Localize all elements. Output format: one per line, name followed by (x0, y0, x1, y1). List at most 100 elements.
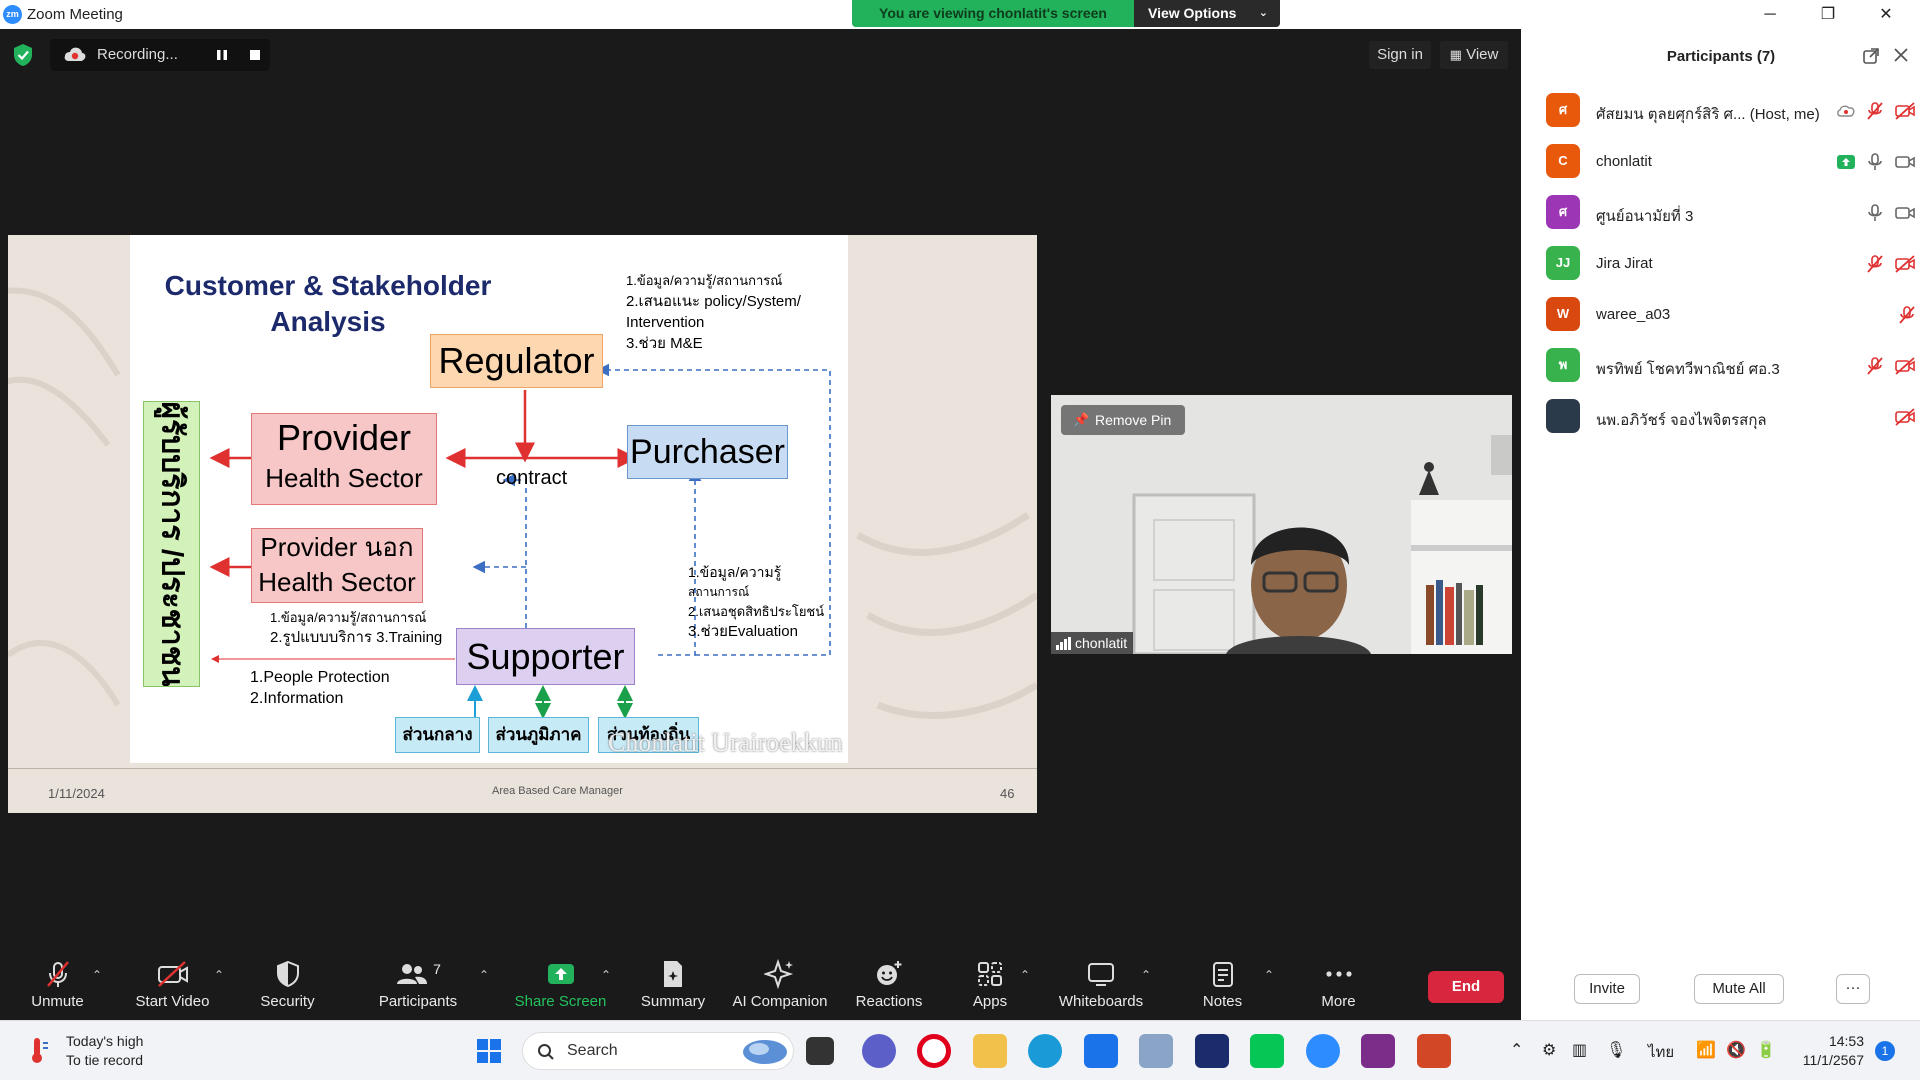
thermometer-icon[interactable] (25, 1035, 51, 1065)
security-shield-icon[interactable] (12, 43, 34, 67)
video-options-caret-icon[interactable]: ⌃ (214, 968, 224, 982)
participant-name: ศัสยมน ตุลยศุกร์สิริ ศ... (Host, me) (1596, 106, 1820, 123)
tray-settings-icon[interactable]: ⚙ (1542, 1040, 1556, 1060)
mic-muted-icon (1899, 306, 1915, 324)
end-meeting-button[interactable]: End (1428, 971, 1504, 1003)
audio-options-caret-icon[interactable]: ⌃ (92, 968, 102, 982)
share-screen-icon (547, 964, 574, 984)
summary-button[interactable]: Summary (632, 957, 714, 1019)
whiteboards-button[interactable]: Whiteboards (1055, 957, 1147, 1019)
taskbar-search-box[interactable]: Search (522, 1032, 794, 1070)
ai-companion-button[interactable]: AI Companion (730, 957, 830, 1019)
slide-footer-page: 46 (1000, 786, 1015, 801)
tray-app-icon[interactable]: ▥ (1572, 1040, 1587, 1060)
more-label: More (1321, 993, 1356, 1010)
file-explorer-icon[interactable] (973, 1034, 1007, 1068)
avatar: ศ (1546, 93, 1580, 127)
edge-icon[interactable] (1028, 1034, 1062, 1068)
clock-time: 14:53 (1828, 1033, 1864, 1049)
participant-row[interactable]: Cchonlatit (1546, 144, 1916, 180)
security-button[interactable]: Security (250, 957, 325, 1019)
video-off-icon (1895, 408, 1915, 426)
share-screen-button[interactable]: Share Screen (512, 957, 609, 1019)
mute-all-button[interactable]: Mute All (1694, 974, 1784, 1004)
avatar: C (1546, 144, 1580, 178)
close-panel-icon[interactable] (1893, 47, 1909, 63)
speaker-muted-icon[interactable]: 🔇 (1726, 1040, 1746, 1060)
regulator-notes: 1.ข้อมูล/ความรู้/สถานการณ์ 2.เสนอแนะ pol… (626, 270, 801, 354)
video-off-icon (1895, 102, 1915, 120)
clock[interactable]: 14:53 11/1/2567 (1792, 1032, 1864, 1070)
shared-slide: Customer & Stakeholder Analysis 1.ข้อมูล… (8, 235, 1037, 813)
opera-icon[interactable] (917, 1034, 951, 1068)
sign-in-button[interactable]: Sign in (1369, 41, 1431, 69)
whiteboards-caret-icon[interactable]: ⌃ (1141, 968, 1151, 982)
apps-button[interactable]: Apps (960, 957, 1020, 1019)
participant-row[interactable]: JJ Jira Jirat (1546, 246, 1916, 282)
participant-name: ศูนย์อนามัยที่ 3 (1596, 208, 1694, 225)
powerpoint-icon[interactable] (1417, 1034, 1451, 1068)
stop-recording-icon[interactable] (249, 49, 261, 61)
close-window-button[interactable]: ✕ (1857, 0, 1915, 29)
video-name-label: chonlatit (1051, 632, 1134, 654)
participant-status-icons (1866, 203, 1916, 223)
participant-row[interactable]: ศ ศัสยมน ตุลยศุกร์สิริ ศ... (Host, me) (1546, 93, 1916, 129)
reg-note-1: 1.ข้อมูล/ความรู้/สถานการณ์ (626, 273, 783, 288)
tray-overflow-icon[interactable]: ⌃ (1510, 1040, 1523, 1060)
tray-mic-icon[interactable]: 🎙 (1606, 1040, 1626, 1060)
invite-button[interactable]: Invite (1574, 974, 1640, 1004)
notes-icon (1212, 962, 1233, 987)
battery-icon[interactable]: 🔋 (1756, 1040, 1776, 1060)
start-video-button[interactable]: Start Video (130, 957, 215, 1019)
windows-start-icon[interactable] (476, 1038, 502, 1064)
participants-button[interactable]: 7 Participants (372, 957, 464, 1019)
task-view-icon[interactable] (806, 1037, 834, 1065)
participants-panel-title: Participants (7) (1666, 48, 1776, 65)
regulator-box: Regulator (430, 334, 603, 388)
participants-caret-icon[interactable]: ⌃ (479, 968, 489, 982)
apps-caret-icon[interactable]: ⌃ (1020, 968, 1030, 982)
teams-icon[interactable] (862, 1034, 896, 1068)
line-app-icon[interactable] (1250, 1034, 1284, 1068)
store-icon[interactable] (1084, 1034, 1118, 1068)
recipients-box: ผู้รับบริการ /ประชาชน (143, 401, 200, 687)
unmute-label: Unmute (31, 993, 84, 1010)
participant-status-icons (1866, 356, 1916, 376)
reactions-button[interactable]: Reactions (848, 957, 930, 1019)
wifi-icon[interactable]: 📶 (1696, 1040, 1716, 1060)
unmute-button[interactable]: Unmute (20, 957, 95, 1019)
panel-more-button[interactable]: ··· (1836, 974, 1870, 1004)
participant-row[interactable]: ศ ศูนย์อนามัยที่ 3 (1546, 195, 1916, 231)
pur-note-3: 2.เสนอชุดสิทธิประโยชน์ (688, 604, 825, 619)
view-options-button[interactable]: View Options ⌄ (1134, 0, 1280, 27)
pause-recording-icon[interactable] (215, 48, 229, 62)
recipients-vertical-label: ผู้รับบริการ /ประชาชน (155, 401, 188, 687)
pop-out-icon[interactable] (1862, 47, 1880, 65)
maximize-button[interactable]: ❐ (1799, 0, 1857, 29)
more-button[interactable]: More (1306, 957, 1371, 1019)
whiteboards-label: Whiteboards (1058, 993, 1144, 1010)
participant-row[interactable]: Wwaree_a03 (1546, 297, 1916, 333)
participant-name: พรทิพย์ โชคทวีพาณิชย์ ศอ.3 (1596, 361, 1780, 378)
slide-footer-title: Area Based Care Manager (492, 785, 623, 797)
remove-pin-button[interactable]: 📌 Remove Pin (1061, 405, 1185, 435)
notes-caret-icon[interactable]: ⌃ (1264, 968, 1274, 982)
view-button[interactable]: ▦ View (1440, 41, 1508, 69)
image-viewer-icon[interactable] (1139, 1034, 1173, 1068)
notes-button[interactable]: Notes (1190, 957, 1255, 1019)
participant-row[interactable]: นพ.อภิวัชร์ จองไพจิตรสกุล (1546, 399, 1916, 435)
minimize-button[interactable]: ─ (1741, 0, 1799, 29)
participant-row[interactable]: พ พรทิพย์ โชคทวีพาณิชย์ ศอ.3 (1546, 348, 1916, 384)
notification-badge[interactable]: 1 (1875, 1041, 1895, 1061)
cloud-recording-icon (64, 47, 86, 61)
purchaser-box: Purchaser (627, 425, 788, 479)
video-off-icon (157, 961, 188, 987)
search-placeholder: Search (567, 1042, 618, 1059)
weather-widget[interactable]: Today's high To tie record (66, 1032, 143, 1070)
zoom-app-icon[interactable] (1306, 1034, 1340, 1068)
prov-note-2: 2.รูปแบบบริการ 3.Training (270, 629, 443, 646)
input-language[interactable]: ไทย (1648, 1040, 1674, 1064)
pdf-app-icon[interactable] (1361, 1034, 1395, 1068)
share-caret-icon[interactable]: ⌃ (601, 968, 611, 982)
weblink-icon[interactable] (1195, 1034, 1229, 1068)
